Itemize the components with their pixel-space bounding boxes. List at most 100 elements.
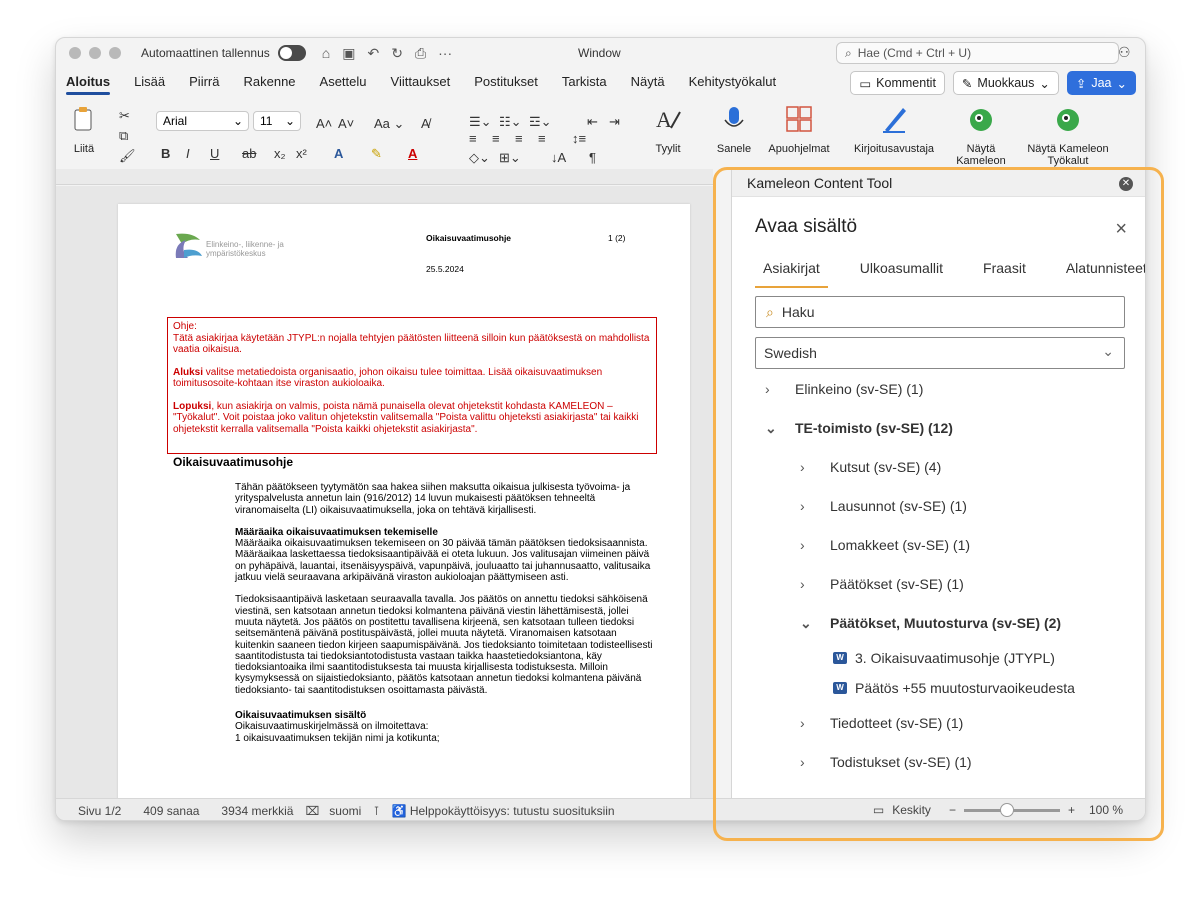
language-status[interactable]: suomi	[329, 804, 361, 818]
close-panel-icon[interactable]: ✕	[1119, 177, 1133, 191]
editing-button[interactable]: ✎ Muokkaus ⌄	[952, 71, 1059, 95]
tab-nayta[interactable]: Näytä	[631, 68, 665, 96]
close-dialog-icon[interactable]: ×	[1115, 218, 1127, 241]
paste-button[interactable]: Liitä	[64, 104, 104, 155]
align-left-icon[interactable]: ≡	[469, 131, 477, 146]
tree-item-todistukset[interactable]: › Todistukset (sv-SE) (1)	[800, 751, 972, 773]
accessibility-status[interactable]: ♿ Helppokäyttöisyys: tutustu suosituksii…	[392, 804, 615, 818]
zoom-out-button[interactable]: −	[949, 803, 956, 817]
more-icon[interactable]: ···	[438, 45, 452, 62]
sort-icon[interactable]: ↓A	[551, 150, 566, 165]
zoom-slider[interactable]	[963, 802, 1060, 817]
tab-ulkoasumallit[interactable]: Ulkoasumallit	[852, 258, 951, 288]
tab-tarkista[interactable]: Tarkista	[562, 68, 607, 96]
autosave-toggle[interactable]	[277, 45, 306, 61]
borders-icon[interactable]: ⊞⌄	[499, 150, 521, 166]
document-canvas[interactable]: Elinkeino-, liikenne- ja ympäristökeskus …	[56, 186, 713, 798]
format-painter-icon[interactable]: 🖌	[119, 148, 136, 164]
increase-indent-icon[interactable]: ⇥	[609, 114, 620, 130]
proofing-icon[interactable]: ⌧	[305, 804, 319, 818]
tree-doc-paatos-55[interactable]: W Päätös +55 muutosturvaoikeudesta	[833, 677, 1075, 699]
close-window-button[interactable]	[69, 47, 81, 59]
account-icon[interactable]: ⚇	[1118, 44, 1131, 61]
decrease-indent-icon[interactable]: ⇤	[587, 114, 598, 130]
dictate-button[interactable]: Sanele	[712, 104, 756, 155]
zoom-window-button[interactable]	[109, 47, 121, 59]
tree-item-kutsut[interactable]: › Kutsut (sv-SE) (4)	[800, 456, 941, 478]
save-icon[interactable]: ▣	[342, 45, 355, 62]
addins-button[interactable]: Apuohjelmat	[768, 104, 830, 155]
zoom-level[interactable]: 100 %	[1089, 803, 1123, 817]
char-count[interactable]: 3934 merkkiä	[221, 804, 293, 818]
panel-search-input[interactable]: ⌕ Haku	[755, 296, 1125, 328]
tab-aloitus[interactable]: Aloitus	[66, 68, 111, 96]
comments-button[interactable]: ▭ Kommentit	[850, 71, 945, 95]
document-page[interactable]: Elinkeino-, liikenne- ja ympäristökeskus …	[118, 204, 690, 798]
tree-doc-oikaisuvaatimusohje[interactable]: W 3. Oikaisuvaatimusohje (JTYPL)	[833, 647, 1055, 669]
tab-piirra[interactable]: Piirrä	[189, 68, 219, 96]
clear-format-icon[interactable]: A̸	[421, 116, 430, 131]
justify-icon[interactable]: ≡	[538, 131, 546, 146]
line-spacing-icon[interactable]: ↕≡	[572, 131, 586, 146]
minimize-window-button[interactable]	[89, 47, 101, 59]
change-case-icon[interactable]: Aa ⌄	[374, 116, 404, 132]
align-right-icon[interactable]: ≡	[515, 131, 523, 146]
subscript-button[interactable]: x₂	[274, 146, 286, 161]
tree-item-lausunnot[interactable]: › Lausunnot (sv-SE) (1)	[800, 495, 967, 517]
styles-button[interactable]: A Tyylit	[646, 104, 690, 155]
tab-alatunnisteet[interactable]: Alatunnisteet	[1058, 258, 1145, 288]
tree-item-elinkeino[interactable]: › Elinkeino (sv-SE) (1)	[765, 378, 923, 400]
align-center-icon[interactable]: ≡	[492, 131, 500, 146]
word-count[interactable]: 409 sanaa	[143, 804, 199, 818]
show-formatting-icon[interactable]: ¶	[589, 150, 596, 165]
zoom-slider-handle[interactable]	[1000, 802, 1015, 817]
bold-button[interactable]: B	[161, 146, 170, 161]
zoom-in-button[interactable]: +	[1068, 803, 1075, 817]
tab-kehitystyokalut[interactable]: Kehitystyökalut	[689, 68, 776, 96]
chevron-down-icon: ⌄	[1039, 76, 1050, 91]
language-select[interactable]: Swedish ⌄	[755, 337, 1125, 369]
tab-viittaukset[interactable]: Viittaukset	[391, 68, 451, 96]
numbering-icon[interactable]: ☷⌄	[499, 114, 522, 130]
print-icon[interactable]: ⎙	[415, 45, 426, 62]
multilevel-list-icon[interactable]: ☲⌄	[529, 114, 552, 130]
bullets-icon[interactable]: ☰⌄	[469, 114, 492, 130]
underline-button[interactable]: U	[210, 146, 219, 161]
tab-rakenne[interactable]: Rakenne	[243, 68, 295, 96]
show-kameleon-button[interactable]: Näytä Kameleon	[953, 104, 1009, 167]
tab-postitukset[interactable]: Postitukset	[474, 68, 538, 96]
italic-button[interactable]: I	[186, 146, 190, 161]
tab-fraasit[interactable]: Fraasit	[975, 258, 1034, 288]
tab-lisaa[interactable]: Lisää	[134, 68, 165, 96]
show-kameleon-tools-button[interactable]: Näytä Kameleon Työkalut	[1018, 104, 1118, 167]
tree-item-lomakkeet[interactable]: › Lomakkeet (sv-SE) (1)	[800, 534, 970, 556]
tab-asettelu[interactable]: Asettelu	[320, 68, 367, 96]
cut-icon[interactable]: ✂	[119, 108, 130, 124]
tree-item-paatokset-muutosturva[interactable]: ⌄ Päätökset, Muutosturva (sv-SE) (2)	[800, 612, 1061, 634]
grow-font-icon[interactable]: A˄	[316, 116, 332, 131]
copy-icon[interactable]: ⧉	[119, 128, 128, 144]
strikethrough-button[interactable]: ab	[242, 146, 256, 161]
shrink-font-icon[interactable]: A˅	[338, 116, 354, 131]
undo-icon[interactable]: ↶	[367, 45, 379, 62]
writer-button[interactable]: Kirjoitusavustaja	[846, 104, 942, 155]
font-name-select[interactable]: Arial ⌄	[156, 111, 249, 131]
tree-item-te-toimisto[interactable]: ⌄ TE-toimisto (sv-SE) (12)	[765, 417, 953, 439]
home-icon[interactable]: ⌂	[322, 45, 330, 62]
search-input[interactable]: ⌕ Hae (Cmd + Ctrl + U)	[836, 42, 1119, 64]
horizontal-ruler[interactable]	[56, 169, 713, 185]
superscript-button[interactable]: x²	[296, 146, 307, 161]
font-size-select[interactable]: 11 ⌄	[253, 111, 301, 131]
share-button[interactable]: ⇪ Jaa ⌄	[1066, 71, 1136, 95]
tab-asiakirjat[interactable]: Asiakirjat	[755, 258, 828, 288]
focus-button[interactable]: Keskity	[892, 803, 931, 817]
highlight-icon[interactable]: ✎	[371, 146, 382, 162]
page-count[interactable]: Sivu 1/2	[78, 804, 121, 818]
tree-item-paatokset[interactable]: › Päätökset (sv-SE) (1)	[800, 573, 964, 595]
font-color-icon[interactable]: A	[408, 146, 417, 161]
tree-item-tiedotteet[interactable]: › Tiedotteet (sv-SE) (1)	[800, 712, 963, 734]
redo-icon[interactable]: ↻	[391, 45, 403, 62]
shading-icon[interactable]: ◇⌄	[469, 150, 490, 166]
track-changes-icon[interactable]: ⊺	[373, 804, 379, 818]
text-effects-icon[interactable]: A	[334, 146, 343, 161]
